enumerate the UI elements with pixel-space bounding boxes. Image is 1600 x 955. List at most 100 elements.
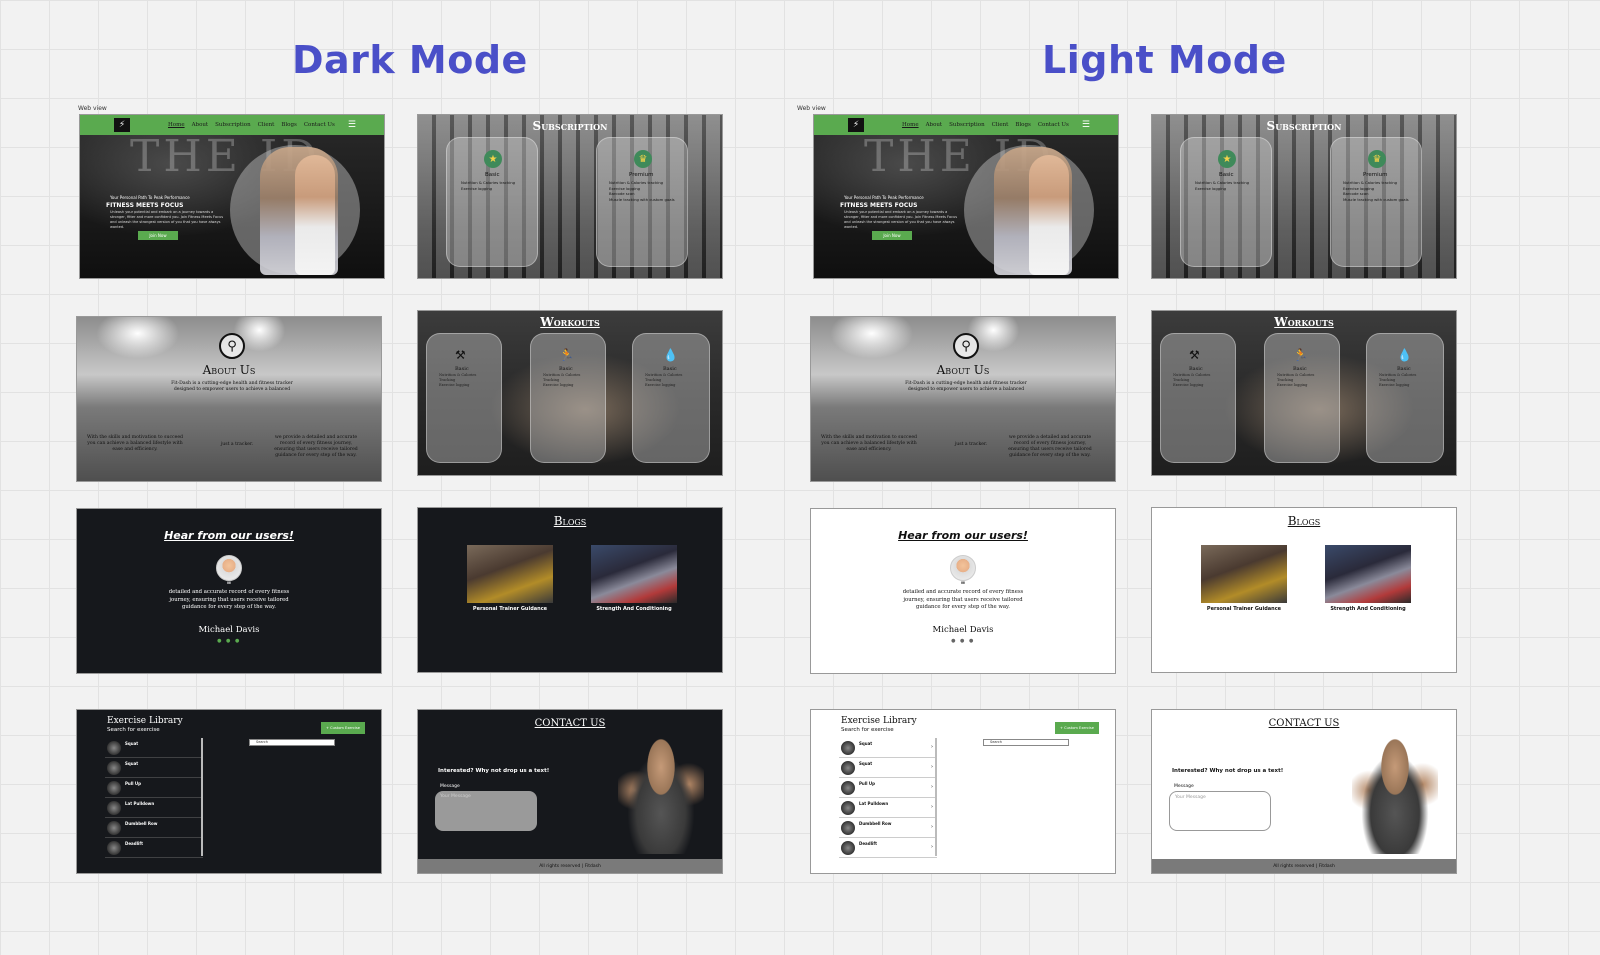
blog-image[interactable]	[467, 545, 553, 603]
join-button[interactable]: Join Now	[138, 231, 178, 240]
workouts-screen: Workouts ⚒ Basic Nutrition & Calories Tra…	[1151, 310, 1457, 476]
workout-card[interactable]: 🏃 Basic Nutrition & Calories Tracking Exer…	[530, 333, 606, 463]
plan-card-premium[interactable]: ♛ Premium Nutrition & Calories tracking E…	[1330, 137, 1422, 267]
nav-link[interactable]: Contact Us	[1038, 122, 1069, 128]
star-badge-icon: ★	[1218, 150, 1236, 168]
logo-icon[interactable]: ⚡	[848, 118, 864, 132]
join-button[interactable]: Join Now	[872, 231, 912, 240]
message-label: Message	[1174, 784, 1194, 789]
subscription-screen: Subscription ★ Basic Nutrition & Calorie…	[417, 114, 723, 279]
blog-image[interactable]	[1201, 545, 1287, 603]
list-item[interactable]: Squat	[105, 738, 203, 758]
exercise-thumbnail	[107, 801, 121, 815]
list-item[interactable]: Squat	[105, 758, 203, 778]
about-right-text: we provide a detailed and accurate recor…	[1008, 435, 1092, 458]
chevron-right-icon[interactable]: ›	[931, 784, 933, 790]
scrollbar[interactable]	[201, 738, 203, 856]
plan-card-basic[interactable]: ★ Basic Nutrition & Calories tracking Exe…	[446, 137, 538, 267]
about-middle-text: just a tracker.	[954, 442, 988, 447]
list-item[interactable]: Pull Up ›	[839, 778, 937, 798]
workouts-title: Workouts	[1274, 315, 1334, 329]
workout-card[interactable]: 🏃 Basic Nutrition & Calories Tracking Exer…	[1264, 333, 1340, 463]
plan-feature: Nutrition & Calories tracking	[461, 180, 516, 185]
message-label: Message	[440, 784, 460, 789]
nav-link[interactable]: Home	[168, 122, 185, 128]
library-subtitle: Search for exercise	[107, 727, 160, 733]
logo-icon[interactable]: ⚡	[114, 118, 130, 132]
list-item[interactable]: Lat Pulldown ›	[839, 798, 937, 818]
nav-link[interactable]: Contact Us	[304, 122, 335, 128]
list-item[interactable]: Dumbbell Row ›	[839, 818, 937, 838]
message-field[interactable]: Your Message	[435, 791, 537, 831]
workout-card[interactable]: 💧 Basic Nutrition & Calories Tracking Exer…	[1366, 333, 1444, 463]
add-exercise-button[interactable]: + Custom Exercise	[1055, 722, 1099, 734]
chevron-right-icon[interactable]: ›	[931, 744, 933, 750]
message-field[interactable]: Your Message	[1169, 791, 1271, 831]
exercise-name: Squat	[859, 741, 873, 746]
exercise-name: Deadlift	[859, 841, 877, 846]
testimonial-screen: Hear from our users! " detailed and accu…	[810, 508, 1116, 674]
menu-icon[interactable]: ☰	[1082, 120, 1090, 130]
avatar	[950, 555, 976, 581]
search-input[interactable]: Search	[249, 739, 335, 746]
subscription-title: Subscription	[532, 119, 608, 133]
chevron-right-icon[interactable]: ›	[931, 804, 933, 810]
exercise-list: Squat Squat Pull Up Lat Pulldown Dumbbel…	[105, 738, 203, 858]
exercise-thumbnail	[841, 741, 855, 755]
workout-card[interactable]: ⚒ Basic Nutrition & Calories Tracking Exer…	[1160, 333, 1236, 463]
chevron-right-icon[interactable]: ›	[931, 824, 933, 830]
plan-name: Premium	[629, 172, 654, 178]
crown-badge-icon: ♛	[634, 150, 652, 168]
carousel-dots[interactable]: ● ● ●	[811, 638, 1115, 644]
blog-caption[interactable]: Personal Trainer Guidance	[450, 606, 570, 612]
list-item[interactable]: Lat Pulldown	[105, 798, 203, 818]
plan-card-basic[interactable]: ★ Basic Nutrition & Calories tracking Exe…	[1180, 137, 1272, 267]
nav-link[interactable]: Subscription	[949, 122, 984, 128]
web-view-label: Web view	[797, 105, 826, 112]
list-item[interactable]: Deadlift ›	[839, 838, 937, 858]
scrollbar[interactable]	[935, 738, 937, 856]
exercise-library-screen: Exercise Library Search for exercise + C…	[76, 709, 382, 874]
dumbbell-icon: ⚒	[1189, 348, 1200, 362]
workout-name: Basic	[1293, 366, 1307, 372]
blog-caption[interactable]: Personal Trainer Guidance	[1184, 606, 1304, 612]
nav-link[interactable]: Home	[902, 122, 919, 128]
menu-icon[interactable]: ☰	[348, 120, 356, 130]
dumbbell-icon: ⚒	[455, 348, 466, 362]
nav-link[interactable]: Blogs	[1015, 122, 1030, 128]
about-left-text: With the skills and motivation to succee…	[820, 435, 917, 452]
blog-caption[interactable]: Strength And Conditioning	[1308, 606, 1428, 612]
nav-link[interactable]: Blogs	[281, 122, 296, 128]
plan-name: Premium	[1363, 172, 1388, 178]
list-item[interactable]: Dumbbell Row	[105, 818, 203, 838]
plan-feature: Muscle tracking with custom goals	[609, 196, 675, 202]
workouts-screen: Workouts ⚒ Basic Nutrition & Calories Tra…	[417, 310, 723, 476]
workout-features: Nutrition & Calories Tracking Exercise log…	[645, 373, 682, 388]
exercise-name: Deadlift	[125, 841, 143, 846]
nav-link[interactable]: Client	[992, 122, 1009, 128]
chevron-right-icon[interactable]: ›	[931, 764, 933, 770]
list-item[interactable]: Deadlift	[105, 838, 203, 858]
nav-link[interactable]: About	[192, 122, 209, 128]
about-intro: Fit-Dash is a cutting-edge health and fi…	[891, 381, 1041, 393]
carousel-dots[interactable]: ● ● ●	[77, 638, 381, 644]
list-item[interactable]: Squat ›	[839, 738, 937, 758]
nav-link[interactable]: Subscription	[215, 122, 250, 128]
blog-image[interactable]	[1325, 545, 1411, 603]
plan-feature: Nutrition & Calories tracking	[1195, 180, 1250, 185]
add-exercise-button[interactable]: + Custom Exercise	[321, 722, 365, 734]
chevron-right-icon[interactable]: ›	[931, 844, 933, 850]
plan-card-premium[interactable]: ♛ Premium Nutrition & Calories tracking E…	[596, 137, 688, 267]
workout-card[interactable]: ⚒ Basic Nutrition & Calories Tracking Exer…	[426, 333, 502, 463]
workout-card[interactable]: 💧 Basic Nutrition & Calories Tracking Exer…	[632, 333, 710, 463]
search-input[interactable]: Search	[983, 739, 1069, 746]
blog-image[interactable]	[591, 545, 677, 603]
list-item[interactable]: Squat ›	[839, 758, 937, 778]
nav-link[interactable]: About	[926, 122, 943, 128]
exercise-library-screen: Exercise Library Search for exercise + C…	[810, 709, 1116, 874]
blogs-title: Blogs	[1287, 514, 1321, 528]
list-item[interactable]: Pull Up	[105, 778, 203, 798]
exercise-name: Dumbbell Row	[125, 821, 158, 826]
blog-caption[interactable]: Strength And Conditioning	[574, 606, 694, 612]
nav-link[interactable]: Client	[258, 122, 275, 128]
